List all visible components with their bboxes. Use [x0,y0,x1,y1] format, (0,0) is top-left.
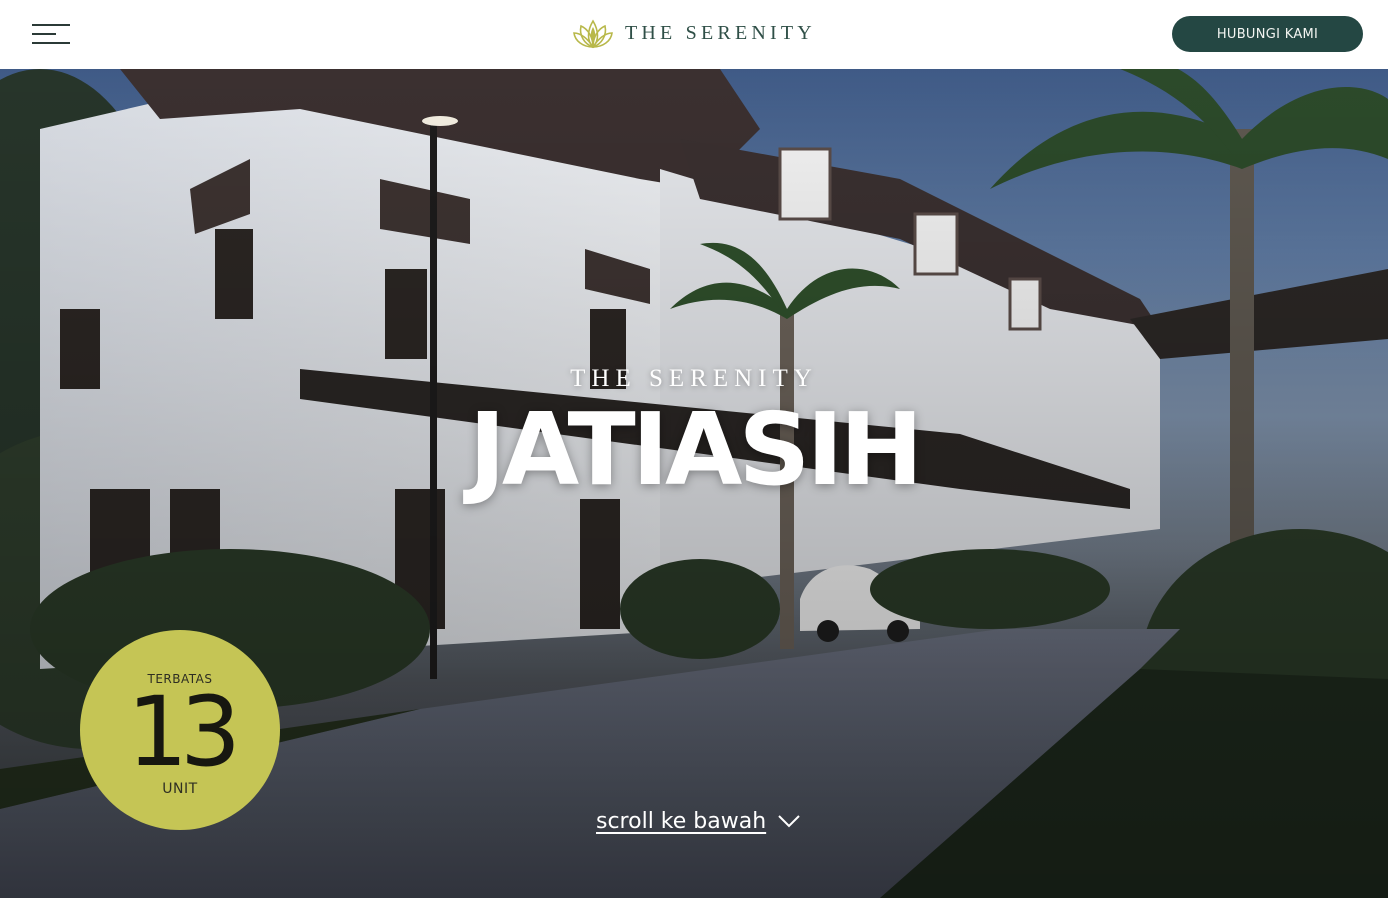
badge-unit-count: 13 [126,676,241,788]
site-header: THE SERENITY HUBUNGI KAMI [0,0,1388,69]
limited-units-badge: TERBATAS 13 UNIT [80,630,280,830]
scroll-down-link[interactable]: scroll ke bawah [596,804,800,838]
contact-us-button[interactable]: HUBUNGI KAMI [1172,16,1363,52]
badge-label-bottom: UNIT [162,781,198,797]
hero-eyebrow: THE SERENITY [570,365,818,392]
hamburger-menu-icon[interactable] [32,24,70,44]
scroll-down-label: scroll ke bawah [596,808,767,834]
menu-bar [32,42,70,44]
chevron-down-icon [778,815,800,828]
menu-bar [32,24,70,26]
menu-bar [32,33,56,35]
hero-section: THE SERENITY JATIASIH TERBATAS 13 UNIT s… [0,69,1388,898]
hero-title: JATIASIH [468,391,924,508]
brand-logo-link[interactable]: THE SERENITY [573,16,816,50]
brand-name: THE SERENITY [625,21,816,44]
lotus-logo-icon [573,19,613,49]
